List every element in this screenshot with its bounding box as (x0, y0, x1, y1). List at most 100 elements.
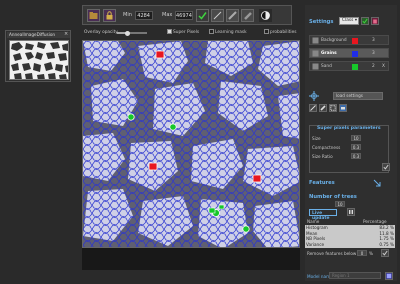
thumbnail-panel: AnnealImageDiffusion × (5, 30, 71, 82)
class-name: Sand (321, 64, 332, 69)
load-settings-button[interactable]: load settings (333, 92, 383, 100)
checkmark-icon (382, 250, 388, 256)
checkmark-icon (198, 12, 207, 20)
pencil-icon (310, 105, 316, 111)
class-dropdown[interactable]: Class ▾ (339, 17, 359, 25)
opacity-slider-handle[interactable] (125, 30, 130, 36)
trash-icon (373, 19, 377, 24)
select-rect-icon (330, 105, 336, 111)
class-row-sand[interactable]: Sand 2 X (309, 61, 389, 71)
probabilities-toggle[interactable]: probabilities (264, 29, 296, 35)
probabilities-label: probabilities (270, 30, 297, 35)
overlay-opacity-label: Overlay opacity (84, 30, 118, 35)
brush-icon (244, 12, 252, 20)
class-count: 3 (372, 51, 375, 56)
features-toggle-button[interactable] (373, 179, 381, 187)
remove-features-button[interactable] (381, 249, 389, 257)
max-input[interactable]: 46974 (175, 11, 193, 20)
segmentation-canvas[interactable] (82, 40, 300, 248)
sp-compactness-input[interactable]: 0.3 (351, 144, 361, 150)
class-color-swatch[interactable] (352, 38, 358, 44)
name-column-header: Name (307, 219, 320, 224)
feature-name: Variance (306, 241, 325, 247)
checkmark-icon (383, 164, 389, 170)
sp-size-input[interactable]: 10 (351, 135, 361, 141)
close-icon[interactable]: × (64, 31, 68, 37)
eraser-tool-button[interactable] (339, 104, 347, 112)
sp-size-ratio-label: Size Ratio (312, 154, 333, 159)
pencil-icon (228, 11, 237, 20)
max-label: Max (162, 12, 173, 18)
checkmark-icon (362, 18, 368, 24)
model-name-input[interactable] (329, 272, 381, 279)
add-class-button[interactable] (361, 17, 369, 25)
pause-icon (349, 210, 353, 214)
superpixels-label: Super Pixels (173, 30, 200, 35)
class-icon (312, 37, 319, 44)
sp-size-label: Size (312, 136, 321, 141)
apply-range-button[interactable] (196, 9, 209, 22)
trees-input[interactable]: 10 (335, 201, 345, 207)
pause-button[interactable] (347, 208, 355, 216)
brush-icon (320, 105, 326, 111)
folder-icon (89, 12, 98, 19)
remove-features-unit: % (369, 251, 373, 256)
save-icon (386, 273, 392, 279)
brush-tool-button[interactable] (319, 104, 327, 112)
right-settings-panel: Settings Class ▾ Background 3 Grains 3 Sand 2… (305, 5, 397, 281)
class-count: 3 (372, 38, 375, 43)
contrast-button[interactable] (259, 9, 272, 22)
eraser-icon (341, 107, 345, 110)
class-icon (312, 50, 319, 57)
contrast-icon (261, 11, 270, 20)
class-icon (312, 63, 319, 70)
class-color-swatch[interactable] (352, 51, 358, 57)
class-count: 2 (372, 64, 375, 69)
learning-mask-checkbox[interactable] (209, 29, 214, 34)
feature-table: Histogram 83.2 % Mean 11.8 % NB Pixels 1.75 %… (305, 225, 395, 248)
sp-compactness-label: Compactness (312, 145, 341, 150)
probabilities-checkbox[interactable] (264, 29, 269, 34)
open-folder-button[interactable] (87, 9, 100, 22)
superpixels-checkbox[interactable] (167, 29, 172, 34)
min-label: Min (123, 12, 132, 18)
settings-title: Settings (309, 19, 334, 25)
thumbnail-image[interactable] (9, 40, 69, 80)
superpixels-toggle[interactable]: Super Pixels (167, 29, 199, 35)
class-name: Background (321, 38, 347, 43)
trees-title: Number of trees (309, 194, 357, 200)
sp-size-ratio-input[interactable]: 0.3 (351, 153, 361, 159)
crosshair-button[interactable] (309, 91, 319, 101)
draw-tool-button[interactable] (226, 9, 239, 22)
top-toolbar: Min 4284 Max 46974 (82, 5, 292, 25)
line-icon (213, 11, 222, 20)
apply-superpixels-button[interactable] (382, 163, 390, 171)
min-input[interactable]: 4284 (135, 11, 153, 20)
image-footer-area (82, 248, 300, 270)
percentage-column-header: Percentage (363, 219, 387, 224)
overlay-opacity-slider[interactable] (117, 30, 147, 36)
chevron-down-icon: ▾ (354, 18, 357, 23)
remove-class-icon[interactable]: X (382, 64, 385, 69)
feature-row[interactable]: Variance 0.75 % (305, 242, 395, 248)
lock-icon (106, 11, 113, 20)
learning-mask-toggle[interactable]: Learning mask (209, 29, 247, 35)
class-row-background[interactable]: Background 3 (309, 35, 389, 45)
live-update-button[interactable]: Live update (309, 209, 337, 221)
save-model-button[interactable] (385, 272, 393, 280)
remove-features-input[interactable]: 0 (357, 250, 367, 256)
load-settings-label: load settings (336, 93, 363, 98)
class-name: Grains (321, 51, 337, 56)
delete-class-button[interactable] (371, 17, 379, 25)
select-tool-button[interactable] (329, 104, 337, 112)
lock-button[interactable] (103, 9, 116, 22)
erase-tool-button[interactable] (241, 9, 254, 22)
class-row-grains[interactable]: Grains 3 (309, 48, 389, 58)
class-color-swatch[interactable] (352, 64, 358, 70)
superpixel-params-title: Super pixels parameters (317, 126, 381, 131)
line-tool-button[interactable] (211, 9, 224, 22)
pencil-tool-button[interactable] (309, 104, 317, 112)
class-dropdown-value: Class (342, 18, 354, 23)
thumbnail-title: AnnealImageDiffusion (7, 32, 70, 38)
features-title: Features (309, 180, 335, 186)
